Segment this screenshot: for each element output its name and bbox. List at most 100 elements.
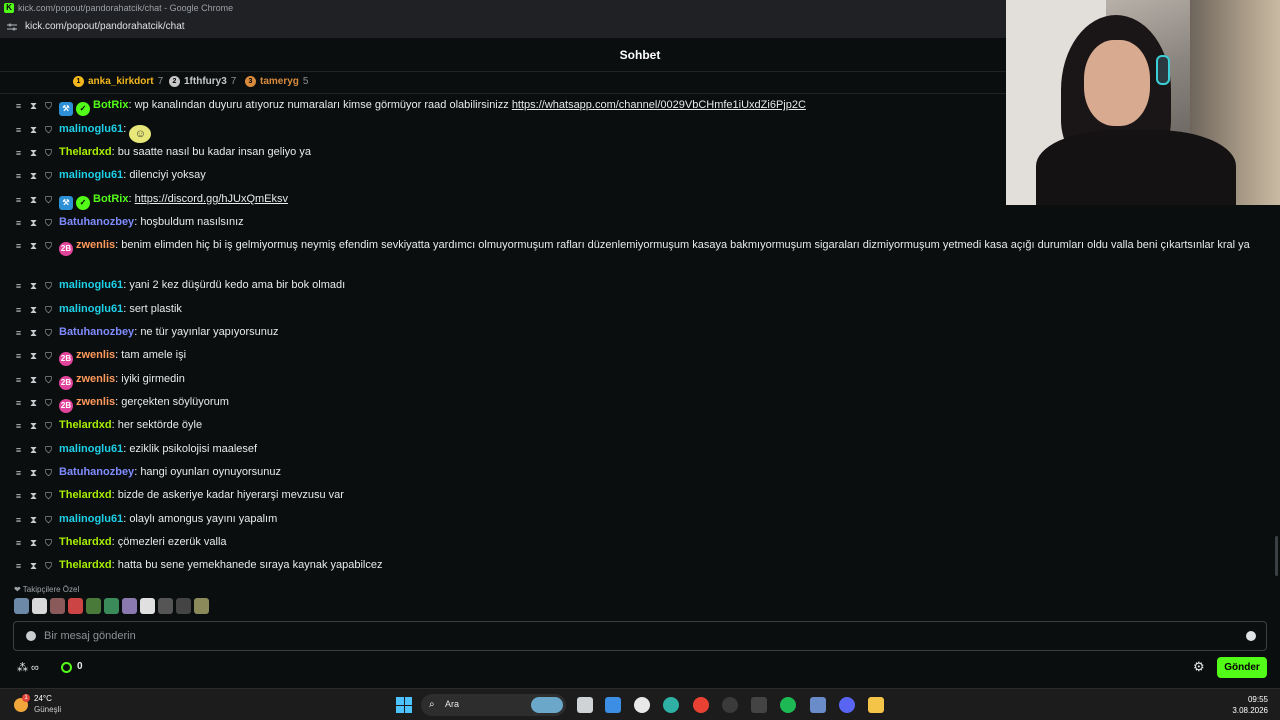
chat-username[interactable]: malinoglu61 (59, 123, 123, 135)
chat-message[interactable]: ≡ ⧗ ⛉ malinoglu61: eziklik psikolojisi maal… (14, 441, 1259, 458)
chat-username[interactable]: Thelardxd (59, 489, 112, 501)
timeout-hourglass-icon[interactable]: ⧗ (29, 352, 38, 362)
moderator-menu-icon[interactable]: ≡ (14, 125, 23, 135)
ban-shield-icon[interactable]: ⛉ (44, 351, 53, 361)
timeout-hourglass-icon[interactable]: ⧗ (29, 422, 38, 432)
moderator-menu-icon[interactable]: ≡ (14, 375, 23, 385)
chat-input[interactable] (44, 626, 1224, 646)
emote-option[interactable] (140, 598, 155, 614)
chat-username[interactable]: malinoglu61 (59, 303, 123, 315)
timeout-hourglass-icon[interactable]: ⧗ (29, 242, 38, 252)
store-icon[interactable] (605, 697, 621, 713)
chat-message[interactable]: ≡ ⧗ ⛉ 2B zwenlis: gerçekten söylüyorum (14, 394, 1259, 413)
emote-option[interactable] (176, 598, 191, 614)
timeout-hourglass-icon[interactable]: ⧗ (29, 149, 38, 159)
chat-username[interactable]: zwenlis (76, 349, 115, 361)
temperature[interactable]: 24°C (34, 694, 52, 703)
spotify-icon[interactable] (780, 697, 796, 713)
chatgpt-icon[interactable] (634, 697, 650, 713)
chat-message[interactable]: ≡ ⧗ ⛉ Batuhanozbey: hoşbuldum nasılsınız (14, 214, 1259, 231)
chat-scrollbar[interactable] (1275, 536, 1278, 576)
emote-option[interactable] (122, 598, 137, 614)
chat-link[interactable]: https://discord.gg/hJUxQmEksv (135, 193, 288, 205)
chat-message[interactable]: ≡ ⧗ ⛉ Batuhanozbey: hangi oyunları oynuyors… (14, 464, 1259, 481)
moderator-menu-icon[interactable]: ≡ (14, 101, 23, 111)
chat-message[interactable]: ≡ ⧗ ⛉ 2B zwenlis: tam amele işi (14, 347, 1259, 366)
chat-username[interactable]: Batuhanozbey (59, 216, 134, 228)
ban-shield-icon[interactable]: ⛉ (44, 468, 53, 478)
ban-shield-icon[interactable]: ⛉ (44, 538, 53, 548)
emote-option[interactable] (194, 598, 209, 614)
moderator-menu-icon[interactable]: ≡ (14, 241, 23, 251)
chat-username[interactable]: Thelardxd (59, 559, 112, 571)
gifter-name[interactable]: 1fthfury3 (184, 76, 227, 87)
ban-shield-icon[interactable]: ⛉ (44, 241, 53, 251)
moderator-menu-icon[interactable]: ≡ (14, 445, 23, 455)
timeout-hourglass-icon[interactable]: ⧗ (29, 469, 38, 479)
gifter-name[interactable]: anka_kirkdort (88, 76, 154, 87)
ban-shield-icon[interactable]: ⛉ (44, 491, 53, 501)
ban-shield-icon[interactable]: ⛉ (44, 515, 53, 525)
chat-username[interactable]: Batuhanozbey (59, 466, 134, 478)
chat-link[interactable]: https://whatsapp.com/channel/0029VbCHmfe… (512, 99, 806, 111)
weather-label[interactable]: Güneşli (34, 705, 61, 714)
people-infinity-icon[interactable]: ⁂ ∞ (17, 661, 39, 674)
chat-message[interactable]: ≡ ⧗ ⛉ Thelardxd: hatta bu sene yemekhanede … (14, 557, 1259, 574)
channel-points-icon[interactable] (61, 662, 72, 673)
emoji-icon[interactable] (1246, 631, 1256, 641)
timeout-hourglass-icon[interactable]: ⧗ (29, 196, 38, 206)
send-button[interactable]: Gönder (1217, 657, 1267, 678)
moderator-menu-icon[interactable]: ≡ (14, 281, 23, 291)
chat-message[interactable]: ≡ ⧗ ⛉ malinoglu61: yani 2 kez düşürdü kedo … (14, 277, 1259, 294)
file-explorer-icon[interactable] (868, 697, 884, 713)
moderator-menu-icon[interactable]: ≡ (14, 538, 23, 548)
timeout-hourglass-icon[interactable]: ⧗ (29, 376, 38, 386)
ban-shield-icon[interactable]: ⛉ (44, 375, 53, 385)
moderator-menu-icon[interactable]: ≡ (14, 351, 23, 361)
chat-message[interactable]: ≡ ⧗ ⛉ Thelardxd: bizde de askeriye kadar hi… (14, 487, 1259, 504)
emote-option[interactable] (68, 598, 83, 614)
url-text[interactable]: kick.com/popout/pandorahatcik/chat (25, 21, 185, 32)
ban-shield-icon[interactable]: ⛉ (44, 421, 53, 431)
chat-username[interactable]: zwenlis (76, 396, 115, 408)
address-bar[interactable]: kick.com/popout/pandorahatcik/chat (0, 16, 1006, 38)
edge-icon[interactable] (663, 697, 679, 713)
moderator-menu-icon[interactable]: ≡ (14, 561, 23, 571)
chat-username[interactable]: BotRix (93, 99, 128, 111)
timeout-hourglass-icon[interactable]: ⧗ (29, 172, 38, 182)
ban-shield-icon[interactable]: ⛉ (44, 125, 53, 135)
chat-message[interactable]: ≡ ⧗ ⛉ Thelardxd: her sektörde öyle (14, 417, 1259, 434)
timeout-hourglass-icon[interactable]: ⧗ (29, 219, 38, 229)
chat-message[interactable]: ≡ ⧗ ⛉ Thelardxd: çömezleri ezerük valla (14, 534, 1259, 551)
windows-start-icon[interactable] (396, 697, 412, 713)
task-view-icon[interactable] (577, 697, 593, 713)
gifter-name[interactable]: tameryg (260, 76, 299, 87)
discord-icon[interactable] (839, 697, 855, 713)
chat-message[interactable]: ≡ ⧗ ⛉ 2B zwenlis: iyiki girmedin (14, 371, 1259, 390)
pinned-gifter[interactable]: 2 1fthfury3 7 (169, 76, 236, 87)
moderator-menu-icon[interactable]: ≡ (14, 421, 23, 431)
obs-icon[interactable] (722, 697, 738, 713)
pinned-gifter[interactable]: 3 tameryg 5 (245, 76, 308, 87)
taskbar-search[interactable]: ⌕ Ara (421, 694, 566, 716)
chat-input-box[interactable] (13, 621, 1267, 651)
moderator-menu-icon[interactable]: ≡ (14, 148, 23, 158)
moderator-menu-icon[interactable]: ≡ (14, 491, 23, 501)
timeout-hourglass-icon[interactable]: ⧗ (29, 306, 38, 316)
chat-message[interactable]: ≡ ⧗ ⛉ 2B zwenlis: benim elimden hiç bi iş ge… (14, 237, 1259, 256)
ban-shield-icon[interactable]: ⛉ (44, 281, 53, 291)
emote-option[interactable] (50, 598, 65, 614)
moderator-menu-icon[interactable]: ≡ (14, 171, 23, 181)
timeout-hourglass-icon[interactable]: ⧗ (29, 562, 38, 572)
timeout-hourglass-icon[interactable]: ⧗ (29, 516, 38, 526)
chat-username[interactable]: zwenlis (76, 239, 115, 251)
app-icon[interactable] (810, 697, 826, 713)
chat-username[interactable]: Thelardxd (59, 419, 112, 431)
emote-option[interactable] (14, 598, 29, 614)
timeout-hourglass-icon[interactable]: ⧗ (29, 102, 38, 112)
terminal-icon[interactable] (751, 697, 767, 713)
moderator-menu-icon[interactable]: ≡ (14, 218, 23, 228)
ban-shield-icon[interactable]: ⛉ (44, 328, 53, 338)
emote-option[interactable] (158, 598, 173, 614)
ban-shield-icon[interactable]: ⛉ (44, 398, 53, 408)
